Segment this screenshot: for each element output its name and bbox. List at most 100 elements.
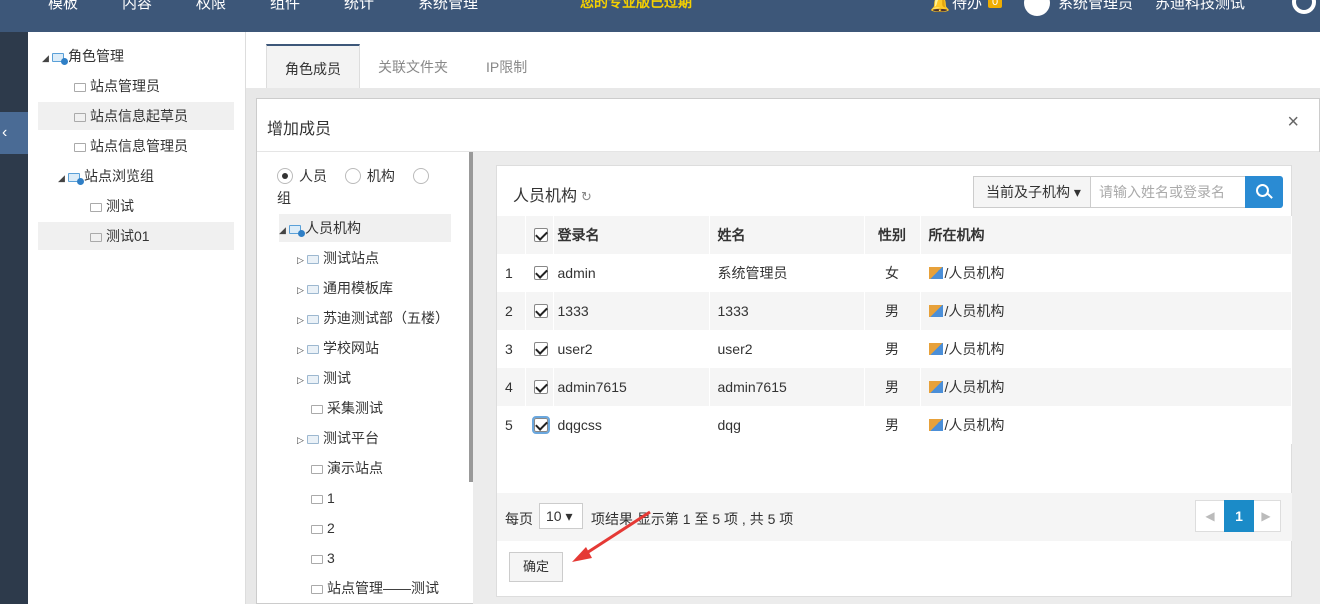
org-node-label: 演示站点 — [327, 460, 383, 476]
scope-dropdown[interactable]: 当前及子机构 ▾ — [973, 176, 1091, 208]
folder-icon — [90, 233, 102, 242]
org-node[interactable]: ▷ 测试平台 — [297, 424, 469, 452]
gear-icon[interactable] — [1292, 0, 1316, 14]
tree-node[interactable]: 站点管理员 — [74, 72, 270, 100]
row-checkbox-cell[interactable] — [525, 368, 554, 406]
scope-label: 当前及子机构 — [986, 184, 1070, 200]
col-login[interactable]: 登录名 — [553, 216, 710, 254]
org-node-label: 2 — [327, 520, 335, 536]
cell-org-text: /人员机构 — [944, 265, 1005, 281]
nav-item-template[interactable]: 模板 — [48, 0, 78, 13]
radio-person[interactable] — [277, 168, 293, 184]
cell-gender: 女 — [864, 254, 921, 292]
checkbox[interactable] — [533, 266, 548, 280]
org-node[interactable]: 演示站点 — [311, 454, 473, 482]
search-button[interactable] — [1245, 176, 1283, 208]
user-name[interactable]: 系统管理员 — [1058, 0, 1133, 13]
row-checkbox-cell[interactable] — [525, 330, 554, 368]
org-node[interactable]: 2 — [311, 514, 473, 542]
page-current[interactable]: 1 — [1224, 500, 1254, 532]
nav-item-system[interactable]: 系统管理 — [418, 0, 478, 13]
cell-login: admin7615 — [553, 368, 710, 406]
cell-name: 系统管理员 — [709, 254, 865, 292]
org-node[interactable]: 3 — [311, 544, 473, 572]
caret-right-icon[interactable]: ▷ — [297, 246, 307, 274]
nav-item-component[interactable]: 组件 — [270, 0, 300, 13]
per-page-select[interactable]: 10 ▾ — [539, 503, 583, 529]
bell-icon[interactable]: 🔔 — [930, 0, 950, 14]
checkbox[interactable] — [531, 416, 550, 434]
table-row[interactable]: 1 admin 系统管理员 女 /人员机构 — [497, 254, 1292, 292]
org-node[interactable]: 1 — [311, 484, 473, 512]
org-node[interactable]: 站点管理——测试 — [311, 574, 473, 602]
radio-org[interactable] — [344, 168, 361, 184]
close-icon[interactable]: × — [1287, 111, 1299, 134]
table-header: 登录名 姓名 性别 所在机构 — [497, 216, 1292, 254]
caret-down-icon: ▾ — [1073, 184, 1081, 200]
tab-ip-restriction[interactable]: IP限制 — [468, 44, 545, 90]
cell-gender: 男 — [864, 330, 921, 368]
cell-org-text: /人员机构 — [944, 341, 1005, 357]
col-name[interactable]: 姓名 — [709, 216, 865, 254]
caret-right-icon[interactable]: ▷ — [297, 276, 307, 304]
caret-right-icon[interactable]: ▷ — [297, 366, 307, 394]
table-row[interactable]: 4 admin7615 admin7615 男 /人员机构 — [497, 368, 1292, 406]
org-node[interactable]: ▷ 测试 — [297, 364, 469, 392]
chevron-left-icon[interactable]: ‹ — [2, 124, 7, 142]
next-page-icon[interactable]: ▶ — [1252, 501, 1280, 531]
nav-item-statistics[interactable]: 统计 — [344, 0, 374, 13]
tree-node[interactable]: ◢ 站点浏览组 — [58, 162, 254, 190]
org-node[interactable]: ▷ 测试站点 — [297, 244, 469, 272]
row-index: 3 — [497, 330, 526, 368]
select-all-checkbox[interactable] — [525, 216, 554, 254]
table-row[interactable]: 3 user2 user2 男 /人员机构 — [497, 330, 1292, 368]
org-node-root[interactable]: ◢ 人员机构 — [279, 214, 451, 242]
org-node-label: 1 — [327, 490, 335, 506]
todo-label[interactable]: 待办 — [952, 0, 982, 13]
tab-linked-folders[interactable]: 关联文件夹 — [360, 44, 466, 90]
refresh-icon[interactable]: ↻ — [581, 189, 592, 204]
caret-down-icon[interactable]: ◢ — [58, 164, 68, 192]
tree-node[interactable]: 站点信息起草员 — [38, 102, 234, 130]
row-checkbox-cell[interactable] — [525, 292, 554, 330]
org-switcher[interactable]: 苏迪科技测试 — [1155, 0, 1245, 13]
per-page-label: 每页 — [505, 511, 533, 527]
tree-node[interactable]: 站点信息管理员 — [74, 132, 270, 160]
search-input[interactable]: 请输入姓名或登录名 — [1090, 176, 1246, 208]
user-avatar-icon[interactable] — [1024, 0, 1050, 16]
caret-right-icon[interactable]: ▷ — [297, 306, 307, 334]
org-node[interactable]: ▷ 通用模板库 — [297, 274, 469, 302]
row-checkbox-cell[interactable] — [525, 406, 554, 444]
table-row[interactable]: 2 1333 1333 男 /人员机构 — [497, 292, 1292, 330]
table-row[interactable]: 5 dqgcss dqg 男 /人员机构 — [497, 406, 1292, 444]
tree-node-root[interactable]: ◢ 角色管理 — [42, 42, 238, 70]
confirm-button[interactable]: 确定 — [509, 552, 563, 582]
caret-down-icon[interactable]: ◢ — [42, 44, 52, 72]
org-node[interactable]: ▷ 学校网站 — [297, 334, 469, 362]
cell-login: admin — [553, 254, 710, 292]
checkbox[interactable] — [533, 228, 548, 242]
caret-right-icon[interactable]: ▷ — [297, 336, 307, 364]
checkbox[interactable] — [533, 380, 548, 394]
caret-down-icon[interactable]: ◢ — [279, 216, 289, 244]
checkbox[interactable] — [533, 342, 548, 356]
org-folder-icon — [289, 225, 305, 237]
nav-item-content[interactable]: 内容 — [122, 0, 152, 13]
caret-right-icon[interactable]: ▷ — [297, 426, 307, 454]
col-gender[interactable]: 性别 — [864, 216, 921, 254]
prev-page-icon[interactable]: ◀ — [1196, 501, 1224, 531]
site-folder-icon — [307, 435, 319, 444]
member-table: 登录名 姓名 性别 所在机构 1 admin 系统管理员 女 /人员机构 2 1… — [497, 216, 1292, 444]
tree-node[interactable]: 测试01 — [38, 222, 234, 250]
nav-item-permission[interactable]: 权限 — [196, 0, 226, 13]
tab-role-members[interactable]: 角色成员 — [266, 44, 360, 90]
org-icon — [928, 267, 943, 279]
tree-node-label: 站点信息起草员 — [90, 108, 188, 124]
org-node[interactable]: 采集测试 — [311, 394, 473, 422]
col-org[interactable]: 所在机构 — [920, 216, 1292, 254]
radio-group[interactable] — [412, 168, 429, 184]
org-node[interactable]: ▷ 苏迪测试部（五楼） — [297, 304, 469, 332]
checkbox[interactable] — [533, 304, 548, 318]
row-checkbox-cell[interactable] — [525, 254, 554, 292]
org-node-label: 测试 — [323, 370, 351, 386]
